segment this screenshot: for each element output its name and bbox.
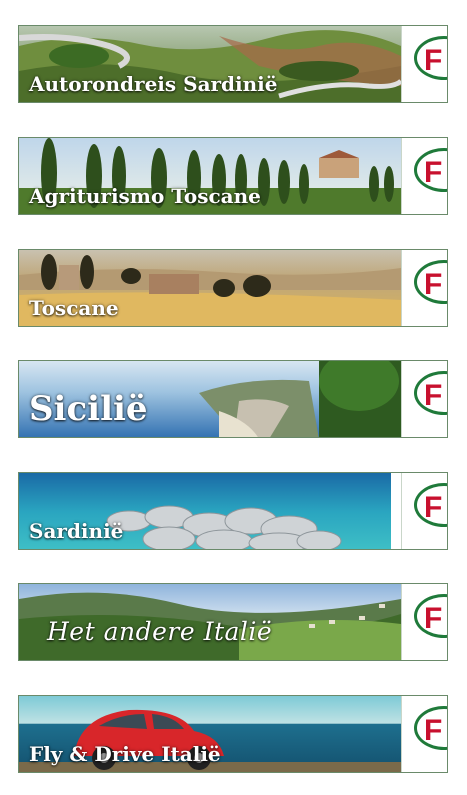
logo-letter: F	[424, 379, 443, 412]
banner-title: Fly & Drive Italië	[29, 742, 221, 766]
logo: F	[401, 696, 447, 772]
banner-title: Toscane	[29, 296, 119, 320]
banner-title: Agriturismo Toscane	[29, 184, 261, 208]
banner-title: Sicilië	[29, 389, 148, 429]
logo-letter: F	[424, 491, 443, 524]
logo: F	[401, 250, 447, 326]
logo: F	[401, 138, 447, 214]
logo-letter: F	[424, 156, 443, 189]
logo: F	[401, 473, 447, 549]
banner-sicilie[interactable]: Sicilië F	[18, 360, 448, 438]
logo-letter: F	[424, 268, 443, 301]
banner-sardinie[interactable]: Sardinië F	[18, 472, 448, 550]
banner-agriturismo-toscane[interactable]: Agriturismo Toscane F	[18, 137, 448, 215]
logo: F	[401, 584, 447, 660]
banner-het-andere-italie[interactable]: Het andere Italië F	[18, 583, 448, 661]
banner-title: Sardinië	[29, 519, 124, 543]
banner-autorondreis-sardinie[interactable]: Autorondreis Sardinië F	[18, 25, 448, 103]
logo: F	[401, 26, 447, 102]
banner-fly-drive-italie[interactable]: Fly & Drive Italië F	[18, 695, 448, 773]
logo: F	[401, 361, 447, 437]
logo-letter: F	[424, 44, 443, 77]
logo-letter: F	[424, 602, 443, 635]
banner-toscane[interactable]: Toscane F	[18, 249, 448, 327]
logo-letter: F	[424, 714, 443, 747]
banner-title: Autorondreis Sardinië	[29, 72, 278, 96]
banner-title: Het andere Italië	[47, 617, 273, 646]
